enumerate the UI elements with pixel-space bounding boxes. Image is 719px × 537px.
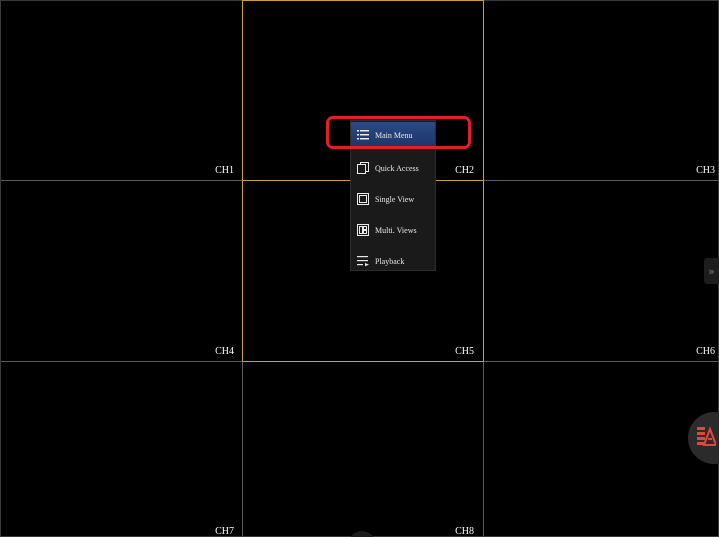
channel-label-ch3: CH3 bbox=[696, 165, 715, 176]
grid-divider bbox=[242, 0, 243, 537]
copy-icon bbox=[357, 162, 369, 174]
menu-item-main-menu[interactable]: Main Menu bbox=[351, 122, 435, 148]
list-icon bbox=[357, 129, 369, 141]
toolbox-icon bbox=[696, 425, 718, 452]
channel-cell-ch3[interactable] bbox=[484, 0, 719, 180]
menu-item-single-view[interactable]: Single View bbox=[351, 186, 435, 212]
menu-item-label: Single View bbox=[375, 194, 415, 204]
double-chevron-right-icon: » bbox=[708, 264, 715, 278]
channel-label-ch6: CH6 bbox=[696, 346, 715, 357]
multi-view-icon bbox=[357, 224, 369, 236]
channel-label-ch1: CH1 bbox=[215, 165, 234, 176]
channel-cell-ch4[interactable] bbox=[0, 181, 242, 361]
channel-label-ch4: CH4 bbox=[215, 346, 234, 357]
playback-icon bbox=[357, 255, 369, 267]
menu-item-label: Main Menu bbox=[375, 130, 413, 140]
channel-label-ch7: CH7 bbox=[215, 526, 234, 537]
menu-item-label: Quick Access bbox=[375, 163, 419, 173]
channel-label-ch5: CH5 bbox=[455, 346, 474, 357]
menu-item-playback[interactable]: Playback bbox=[351, 248, 435, 274]
grid-divider bbox=[483, 0, 484, 537]
context-menu: Main Menu Quick Access Single View Multi… bbox=[350, 120, 436, 271]
grid-divider bbox=[0, 361, 719, 362]
single-view-icon bbox=[357, 193, 369, 205]
live-view-screen: CH1 CH2 CH3 CH4 CH5 CH6 CH7 CH8 Main Men… bbox=[0, 0, 719, 537]
menu-item-label: Multi. Views bbox=[375, 225, 417, 235]
expand-panel-tab[interactable]: » bbox=[704, 258, 719, 284]
channel-cell-ch8[interactable] bbox=[243, 362, 483, 537]
channel-label-ch8: CH8 bbox=[455, 526, 474, 537]
channel-cell-ch6[interactable] bbox=[484, 181, 719, 361]
menu-item-quick-access[interactable]: Quick Access bbox=[351, 155, 435, 181]
channel-cell-empty[interactable] bbox=[484, 362, 719, 537]
menu-item-multi-views[interactable]: Multi. Views bbox=[351, 217, 435, 243]
channel-cell-ch1[interactable] bbox=[0, 0, 242, 180]
menu-item-label: Playback bbox=[375, 256, 405, 266]
channel-cell-ch7[interactable] bbox=[0, 362, 242, 537]
channel-label-ch2: CH2 bbox=[455, 165, 474, 176]
